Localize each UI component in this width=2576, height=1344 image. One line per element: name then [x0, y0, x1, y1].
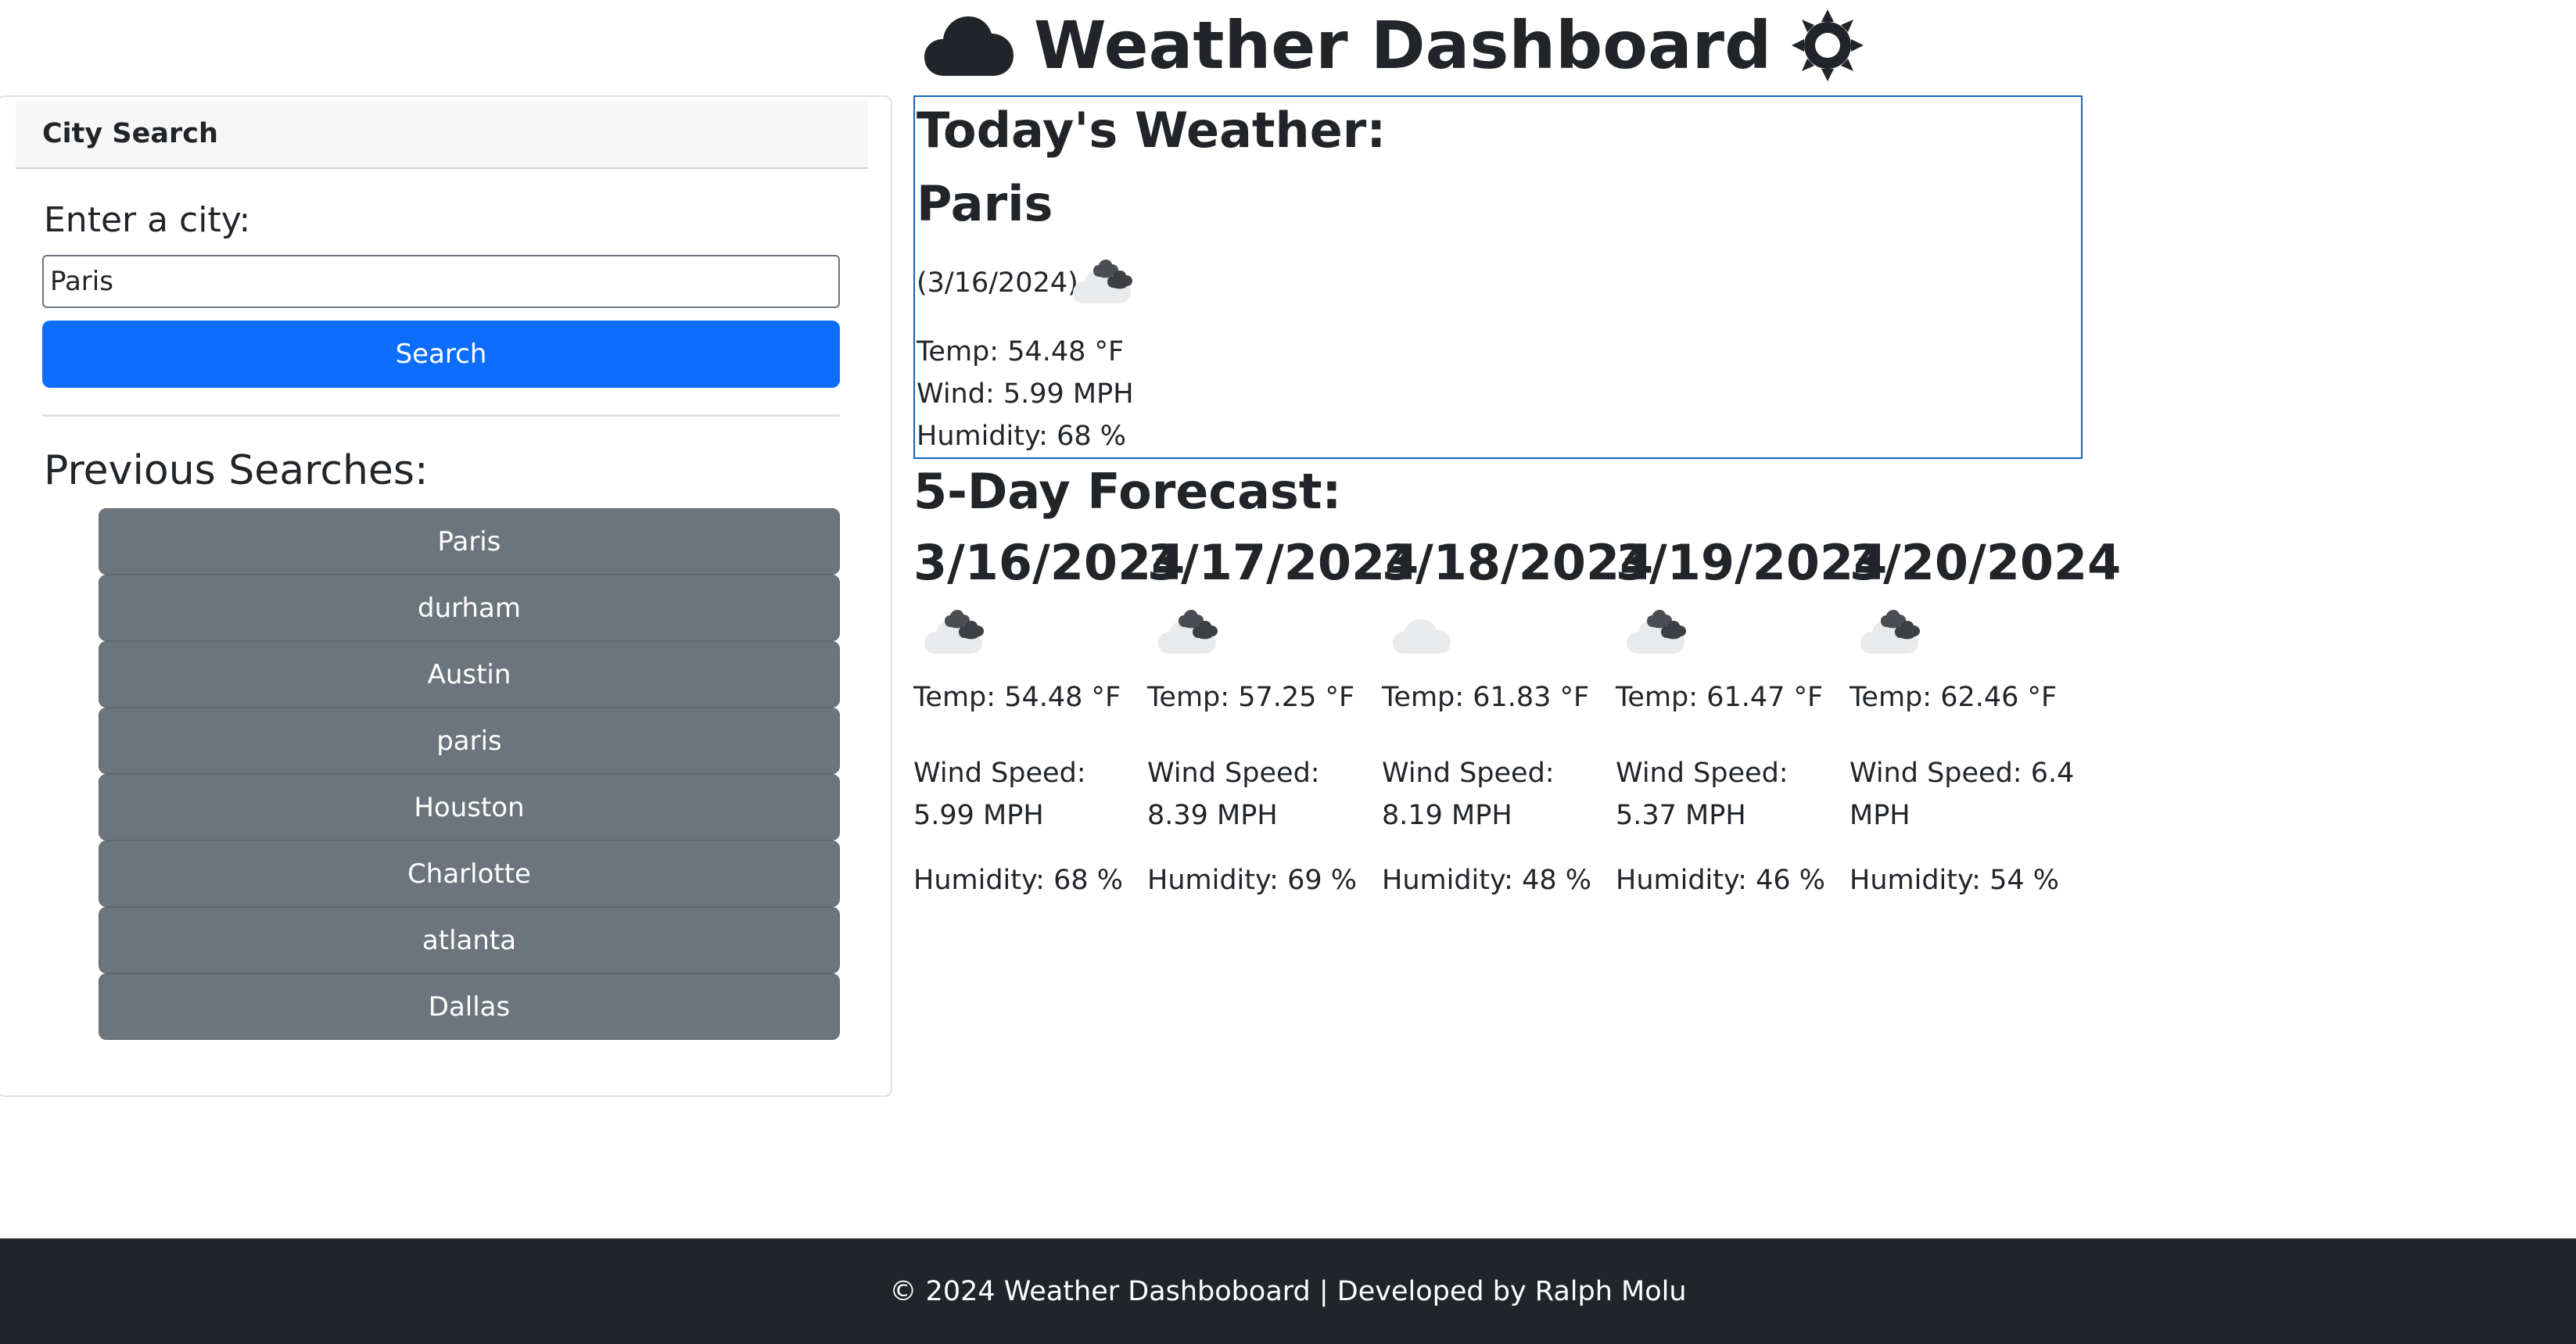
broken-clouds-icon	[924, 610, 995, 660]
forecast-humidity: Humidity: 68 %	[913, 865, 1123, 896]
forecast-card: 3/17/2024 Temp: 57.25 °F Wind Speed: 8.3…	[1147, 532, 1419, 896]
search-button[interactable]: Search	[42, 321, 840, 388]
forecast-temp: Temp: 62.46 °F	[1849, 682, 2058, 713]
previous-search-button[interactable]: Houston	[99, 774, 840, 840]
forecast-date: 3/16/2024	[913, 534, 1186, 591]
today-date: (3/16/2024)	[917, 267, 1078, 299]
previous-search-button[interactable]: Charlotte	[99, 840, 840, 907]
forecast-humidity: Humidity: 69 %	[1147, 865, 1357, 896]
forecast-temp: Temp: 57.25 °F	[1147, 682, 1355, 713]
few-clouds-icon	[1393, 610, 1463, 660]
broken-clouds-icon	[1073, 260, 1143, 310]
forecast-wind: Wind Speed: 5.37 MPH	[1616, 758, 1788, 831]
page-header: Weather Dashboard	[923, 0, 1865, 90]
city-search-card: City Search Enter a city: Search Previou…	[0, 95, 892, 1097]
today-weather-card: Today's Weather: Paris (3/16/2024) Temp:…	[913, 95, 2083, 459]
forecast-temp: Temp: 54.48 °F	[913, 682, 1121, 713]
previous-search-button[interactable]: durham	[99, 575, 840, 641]
footer-text: © 2024 Weather Dashboboard | Developed b…	[889, 1275, 1687, 1307]
previous-search-button[interactable]: Paris	[99, 508, 840, 575]
forecast-date: 3/20/2024	[1849, 534, 2122, 591]
forecast-temp: Temp: 61.83 °F	[1382, 682, 1590, 713]
forecast-humidity: Humidity: 46 %	[1616, 865, 1825, 896]
previous-search-button[interactable]: atlanta	[99, 907, 840, 973]
forecast-card: 3/16/2024 Temp: 54.48 °F Wind Speed: 5.9…	[913, 532, 1186, 896]
forecast-card: 3/20/2024 Temp: 62.46 °F Wind Speed: 6.4…	[1849, 532, 2122, 896]
previous-search-button[interactable]: Austin	[99, 641, 840, 708]
cloud-icon	[923, 12, 1015, 79]
page-footer: © 2024 Weather Dashboboard | Developed b…	[0, 1238, 2576, 1344]
today-weather-title: Today's Weather:	[917, 102, 1387, 159]
broken-clouds-icon	[1627, 610, 1697, 660]
today-city-name: Paris	[917, 175, 1053, 232]
city-input[interactable]	[42, 255, 840, 308]
page-title: Weather Dashboard	[1034, 6, 1772, 84]
forecast-card: 3/18/2024 Temp: 61.83 °F Wind Speed: 8.1…	[1382, 532, 1654, 896]
forecast-temp: Temp: 61.47 °F	[1616, 682, 1824, 713]
broken-clouds-icon	[1158, 610, 1229, 660]
forecast-wind: Wind Speed: 6.4 MPH	[1849, 758, 2075, 831]
forecast-date: 3/18/2024	[1382, 534, 1654, 591]
today-wind: Wind: 5.99 MPH	[917, 378, 1134, 410]
previous-search-button[interactable]: paris	[99, 708, 840, 774]
forecast-wind: Wind Speed: 5.99 MPH	[913, 758, 1086, 831]
forecast-title: 5-Day Forecast:	[913, 463, 1342, 520]
sun-icon	[1790, 8, 1865, 83]
forecast-humidity: Humidity: 48 %	[1382, 865, 1591, 896]
forecast-wind: Wind Speed: 8.39 MPH	[1147, 758, 1320, 831]
forecast-date: 3/19/2024	[1616, 534, 1888, 591]
city-input-label: Enter a city:	[44, 200, 251, 240]
divider	[42, 414, 840, 417]
forecast-date: 3/17/2024	[1147, 534, 1419, 591]
broken-clouds-icon	[1860, 610, 1931, 660]
forecast-list: 3/16/2024 Temp: 54.48 °F Wind Speed: 5.9…	[913, 532, 2122, 923]
today-temp: Temp: 54.48 °F	[917, 336, 1125, 367]
today-humidity: Humidity: 68 %	[917, 421, 1126, 452]
forecast-wind: Wind Speed: 8.19 MPH	[1382, 758, 1555, 831]
city-search-header: City Search	[16, 100, 868, 169]
forecast-card: 3/19/2024 Temp: 61.47 °F Wind Speed: 5.3…	[1616, 532, 1888, 896]
previous-searches-list: Paris durham Austin paris Houston Charlo…	[99, 508, 840, 1040]
previous-searches-title: Previous Searches:	[44, 447, 429, 494]
forecast-humidity: Humidity: 54 %	[1849, 865, 2059, 896]
page: Weather Dashboard City Search Enter a ci…	[0, 0, 2576, 1344]
previous-search-button[interactable]: Dallas	[99, 973, 840, 1040]
